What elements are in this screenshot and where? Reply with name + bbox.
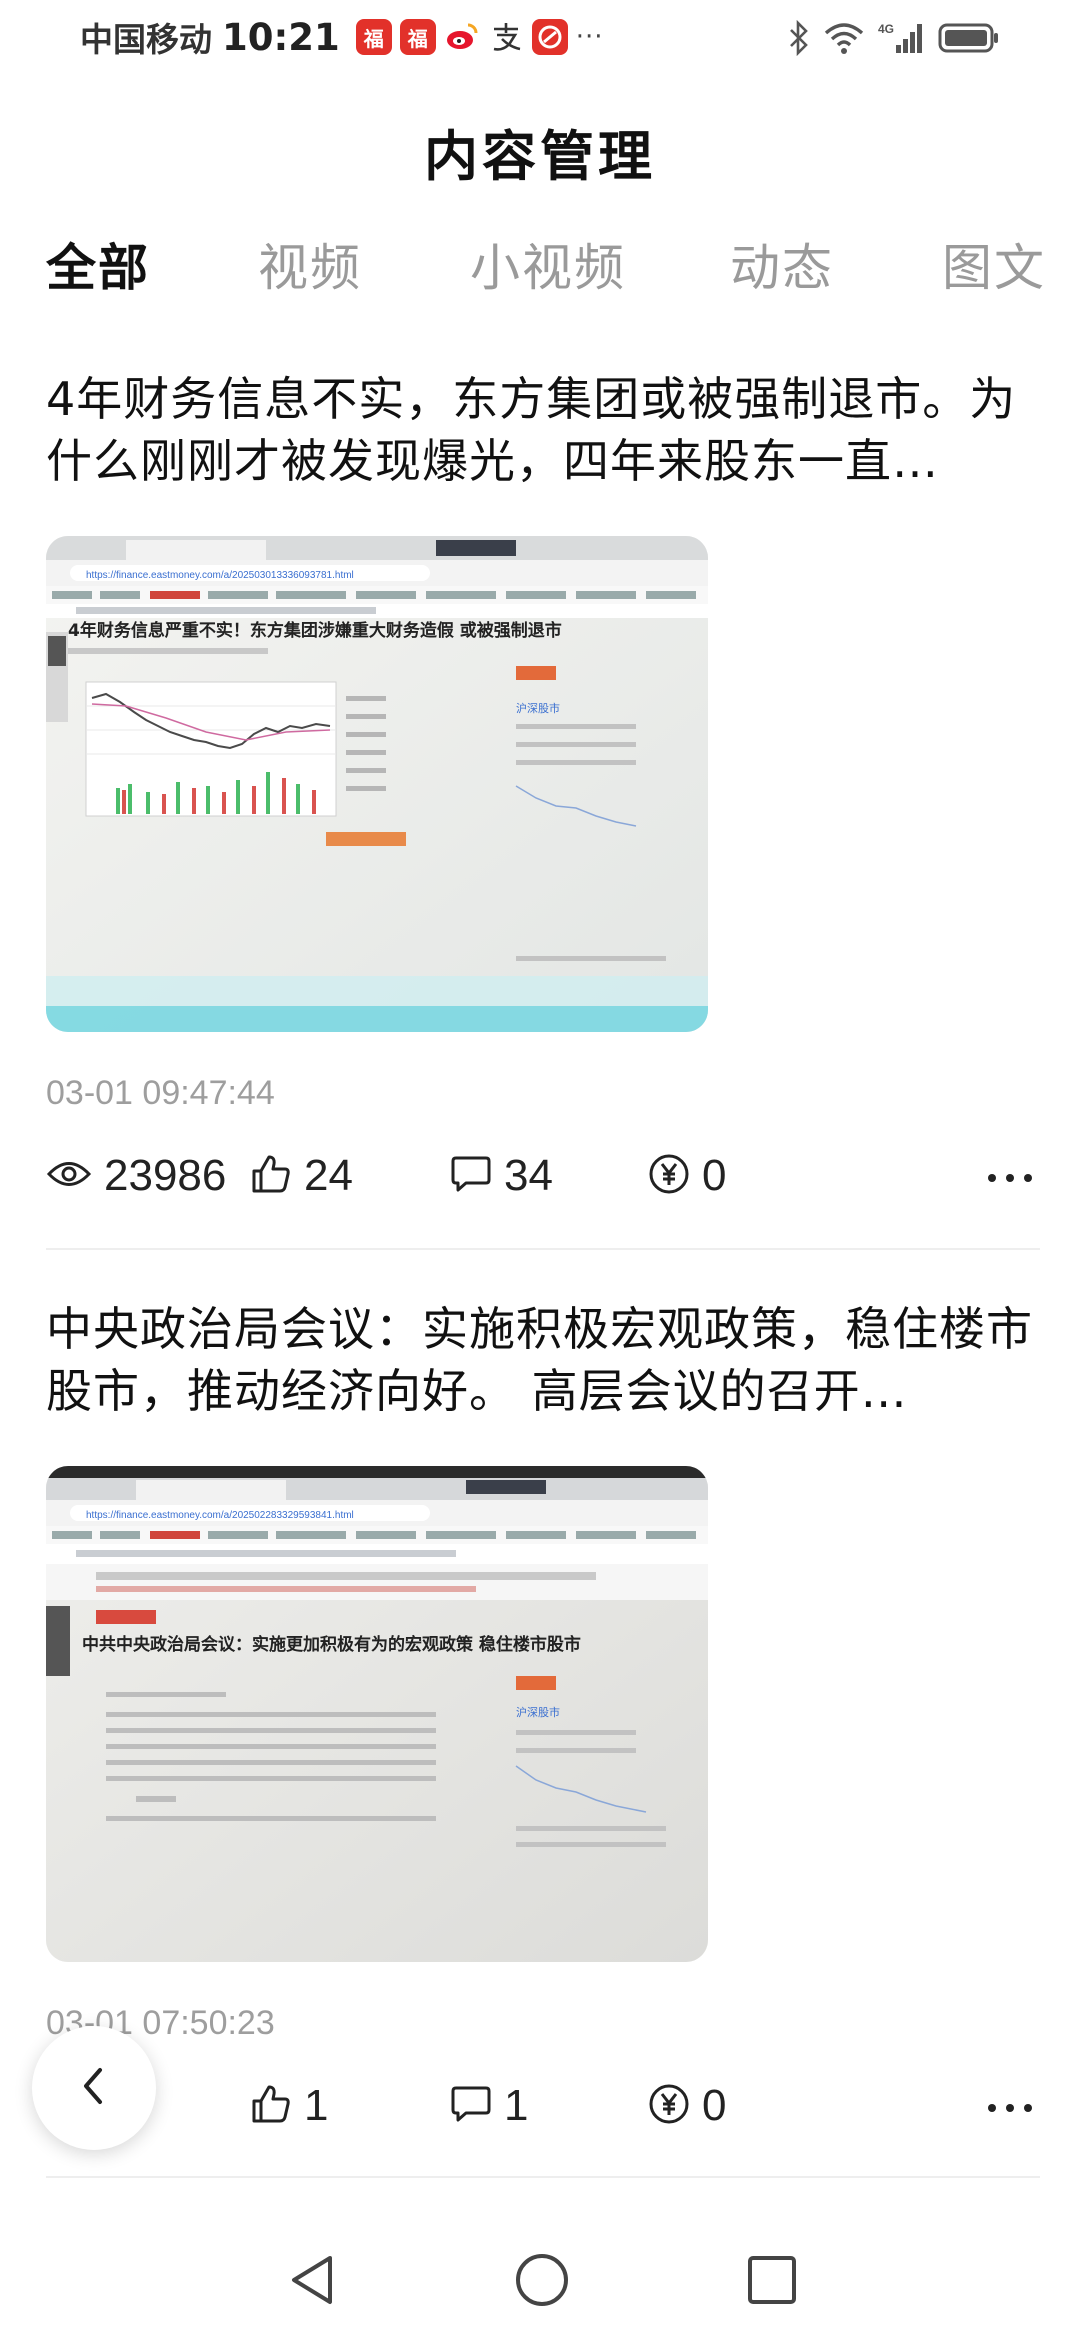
tab-video[interactable]: 视频 — [258, 228, 362, 300]
thumbnail-headline: 4年财务信息严重不实！东方集团涉嫌重大财务造假 或被强制退市 — [68, 620, 562, 641]
nav-recents-button[interactable] — [736, 2244, 808, 2316]
rewards-stat[interactable]: 0 — [648, 2076, 726, 2136]
rewards-count: 0 — [702, 1151, 727, 1200]
tab-articles[interactable]: 图文 — [942, 228, 1046, 300]
comment-icon — [450, 2084, 492, 2128]
post-title[interactable]: 中央政治局会议：实施积极宏观政策，稳住楼市股市，推动经济向好。 高层会议的召开… — [46, 1298, 1040, 1422]
thumbnail-headline: 中共中央政治局会议：实施更加积极有为的宏观政策 稳住楼市股市 — [82, 1634, 581, 1655]
bluetooth-icon — [788, 20, 810, 56]
status-bar: 中国移动 10:21 福 福 ··· 4G — [0, 0, 1080, 74]
post-thumbnail[interactable]: https://finance.eastmoney.com/a/20250301… — [46, 536, 708, 1032]
yen-coin-icon — [648, 1153, 690, 1199]
rewards-stat[interactable]: 0 — [648, 1146, 726, 1206]
post-title[interactable]: 4年财务信息不实，东方集团或被强制退市。为什么刚刚才被发现爆光，四年来股东一直… — [46, 368, 1040, 492]
chevron-left-icon — [74, 2062, 114, 2114]
tab-moments[interactable]: 动态 — [730, 228, 834, 300]
back-button[interactable] — [32, 2026, 156, 2150]
likes-stat[interactable]: 24 — [250, 1146, 353, 1206]
more-options-button[interactable] — [980, 1156, 1040, 1196]
post-card[interactable]: 4年财务信息不实，东方集团或被强制退市。为什么刚刚才被发现爆光，四年来股东一直…… — [46, 368, 1040, 1238]
battery-icon — [938, 22, 1000, 54]
nav-back-button[interactable] — [276, 2244, 348, 2316]
system-nav-bar — [0, 2220, 1080, 2340]
weibo-icon — [443, 19, 480, 55]
content-type-tabs: 全部 视频 小视频 动态 图文 — [46, 228, 1046, 304]
post-card[interactable]: 中央政治局会议：实施积极宏观政策，稳住楼市股市，推动经济向好。 高层会议的召开…… — [46, 1298, 1040, 2168]
status-right: 4G — [788, 16, 1000, 60]
thumbnail-url: https://finance.eastmoney.com/a/20250301… — [86, 570, 354, 581]
carrier-name: 中国移动 — [80, 20, 212, 59]
comments-count: 1 — [504, 2081, 529, 2130]
comment-icon — [450, 1154, 492, 1198]
post-thumbnail[interactable]: https://finance.eastmoney.com/a/20250228… — [46, 1466, 708, 1962]
bank-app-icon — [531, 19, 568, 55]
yen-coin-icon — [648, 2083, 690, 2129]
status-time: 10:21 — [222, 15, 340, 59]
nav-home-button[interactable] — [506, 2244, 578, 2316]
comments-stat[interactable]: 1 — [450, 2076, 528, 2136]
views-count: 23986 — [104, 1151, 227, 1200]
thumbs-up-icon — [250, 2084, 292, 2128]
likes-count: 1 — [304, 2081, 329, 2130]
likes-stat[interactable]: 1 — [250, 2076, 328, 2136]
comments-count: 34 — [504, 1151, 553, 1200]
views-stat: 23986 — [46, 1146, 226, 1206]
thumbs-up-icon — [250, 1154, 292, 1198]
cellular-signal-icon: 4G — [878, 21, 924, 55]
thumbnail-url: https://finance.eastmoney.com/a/20250228… — [86, 1510, 354, 1521]
more-options-button[interactable] — [980, 2086, 1040, 2126]
more-notifications-icon: ··· — [575, 22, 604, 52]
post-stats: 4 1 1 0 — [46, 2076, 1040, 2136]
thumbnail-side-title: 沪深股市 — [516, 701, 560, 715]
ruyi-app-icon: 福 — [355, 19, 392, 55]
page-title: 内容管理 — [424, 125, 656, 188]
alipay-icon — [487, 19, 524, 55]
rewards-count: 0 — [702, 2081, 727, 2130]
post-stats: 23986 24 34 0 — [46, 1146, 1040, 1206]
network-type-label: 4G — [878, 22, 894, 36]
comments-stat[interactable]: 34 — [450, 1146, 553, 1206]
likes-count: 24 — [304, 1151, 353, 1200]
ruyi-app-icon: 福 — [399, 19, 436, 55]
wifi-icon — [824, 21, 864, 55]
tab-short-video[interactable]: 小视频 — [470, 228, 626, 300]
thumbnail-side-title: 沪深股市 — [516, 1705, 560, 1719]
status-left: 中国移动 10:21 福 福 ··· — [80, 12, 604, 62]
post-divider — [46, 2176, 1040, 2178]
tab-all[interactable]: 全部 — [46, 228, 150, 300]
eye-icon — [46, 1157, 92, 1195]
post-divider — [46, 1248, 1040, 1250]
post-date: 03-01 09:47:44 — [46, 1074, 275, 1112]
